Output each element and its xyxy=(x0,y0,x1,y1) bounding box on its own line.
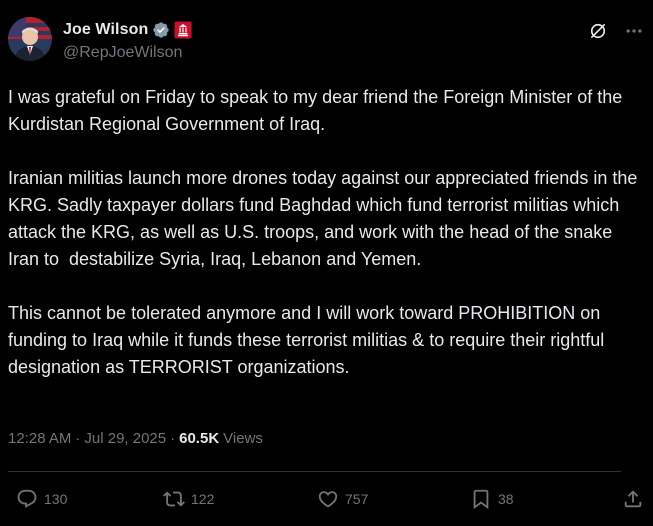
reply-icon xyxy=(17,489,37,508)
reply-count: 130 xyxy=(44,491,68,507)
bookmark-button[interactable]: 38 xyxy=(470,486,514,512)
views-count: 60.5K xyxy=(179,430,220,447)
post: Joe Wilson @RepJoeWilson I was grateful … xyxy=(0,0,653,526)
author-handle[interactable]: @RepJoeWilson xyxy=(63,44,182,62)
bookmark-count: 38 xyxy=(498,491,514,507)
share-icon xyxy=(624,490,642,508)
repost-count: 122 xyxy=(191,491,215,507)
author-display-name[interactable]: Joe Wilson xyxy=(63,21,148,39)
share-button[interactable] xyxy=(622,486,644,512)
post-date[interactable]: Jul 29, 2025 xyxy=(84,430,166,447)
meta-separator: · xyxy=(170,430,176,447)
views-label: Views xyxy=(223,430,263,447)
heart-icon xyxy=(318,491,338,508)
repost-icon xyxy=(163,491,185,507)
engagement-bar: 130 122 757 38 xyxy=(0,486,653,512)
avatar[interactable] xyxy=(8,17,52,61)
meta-separator: · xyxy=(75,430,81,447)
author-name-row: Joe Wilson xyxy=(63,20,192,40)
post-top-actions xyxy=(587,20,645,42)
like-count: 757 xyxy=(345,491,369,507)
post-time[interactable]: 12:28 AM xyxy=(8,430,71,447)
more-options-icon[interactable] xyxy=(623,20,645,42)
grok-icon[interactable] xyxy=(587,20,609,42)
house-seal-icon[interactable] xyxy=(174,21,192,39)
repost-button[interactable]: 122 xyxy=(163,486,214,512)
verified-badge-icon[interactable] xyxy=(152,21,170,39)
like-button[interactable]: 757 xyxy=(317,486,368,512)
post-text: I was grateful on Friday to speak to my … xyxy=(8,87,638,377)
reply-button[interactable]: 130 xyxy=(16,486,67,512)
post-metadata: 12:28 AM · Jul 29, 2025 · 60.5K Views xyxy=(8,430,263,447)
divider xyxy=(8,471,621,472)
bookmark-icon xyxy=(473,489,489,510)
